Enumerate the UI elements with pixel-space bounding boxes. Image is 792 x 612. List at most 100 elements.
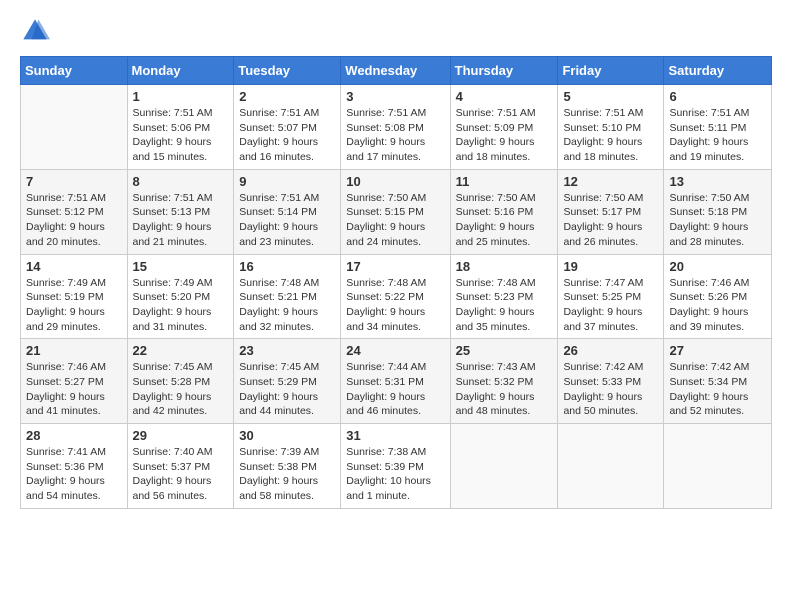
day-number: 13 xyxy=(669,174,766,189)
day-number: 12 xyxy=(563,174,658,189)
calendar-table: SundayMondayTuesdayWednesdayThursdayFrid… xyxy=(20,56,772,509)
calendar-cell: 18 Sunrise: 7:48 AMSunset: 5:23 PMDayligh… xyxy=(450,254,558,339)
calendar-cell: 9 Sunrise: 7:51 AMSunset: 5:14 PMDaylight… xyxy=(234,169,341,254)
day-of-week-header: Saturday xyxy=(664,57,772,85)
calendar-cell: 30 Sunrise: 7:39 AMSunset: 5:38 PMDayligh… xyxy=(234,424,341,509)
calendar-cell: 13 Sunrise: 7:50 AMSunset: 5:18 PMDayligh… xyxy=(664,169,772,254)
day-info: Sunrise: 7:51 AMSunset: 5:13 PMDaylight:… xyxy=(133,191,229,250)
day-number: 10 xyxy=(346,174,444,189)
day-number: 18 xyxy=(456,259,553,274)
calendar-cell xyxy=(664,424,772,509)
day-number: 2 xyxy=(239,89,335,104)
day-of-week-header: Monday xyxy=(127,57,234,85)
day-info: Sunrise: 7:50 AMSunset: 5:18 PMDaylight:… xyxy=(669,191,766,250)
day-info: Sunrise: 7:51 AMSunset: 5:07 PMDaylight:… xyxy=(239,106,335,165)
calendar-cell: 10 Sunrise: 7:50 AMSunset: 5:15 PMDayligh… xyxy=(341,169,450,254)
day-number: 23 xyxy=(239,343,335,358)
calendar-cell: 1 Sunrise: 7:51 AMSunset: 5:06 PMDaylight… xyxy=(127,85,234,170)
day-of-week-header: Friday xyxy=(558,57,664,85)
day-info: Sunrise: 7:46 AMSunset: 5:27 PMDaylight:… xyxy=(26,360,122,419)
day-info: Sunrise: 7:48 AMSunset: 5:23 PMDaylight:… xyxy=(456,276,553,335)
calendar-cell: 3 Sunrise: 7:51 AMSunset: 5:08 PMDaylight… xyxy=(341,85,450,170)
day-info: Sunrise: 7:48 AMSunset: 5:21 PMDaylight:… xyxy=(239,276,335,335)
day-info: Sunrise: 7:43 AMSunset: 5:32 PMDaylight:… xyxy=(456,360,553,419)
calendar-cell: 16 Sunrise: 7:48 AMSunset: 5:21 PMDayligh… xyxy=(234,254,341,339)
day-info: Sunrise: 7:42 AMSunset: 5:34 PMDaylight:… xyxy=(669,360,766,419)
day-number: 15 xyxy=(133,259,229,274)
day-number: 30 xyxy=(239,428,335,443)
day-info: Sunrise: 7:51 AMSunset: 5:09 PMDaylight:… xyxy=(456,106,553,165)
calendar-cell: 14Sunrise: 7:49 AMSunset: 5:19 PMDayligh… xyxy=(21,254,128,339)
calendar-cell: 25Sunrise: 7:43 AMSunset: 5:32 PMDayligh… xyxy=(450,339,558,424)
day-info: Sunrise: 7:49 AMSunset: 5:19 PMDaylight:… xyxy=(26,276,122,335)
day-info: Sunrise: 7:50 AMSunset: 5:17 PMDaylight:… xyxy=(563,191,658,250)
day-number: 6 xyxy=(669,89,766,104)
day-info: Sunrise: 7:50 AMSunset: 5:16 PMDaylight:… xyxy=(456,191,553,250)
calendar-cell: 17 Sunrise: 7:48 AMSunset: 5:22 PMDayligh… xyxy=(341,254,450,339)
day-number: 9 xyxy=(239,174,335,189)
day-number: 29 xyxy=(133,428,229,443)
calendar-cell: 6Sunrise: 7:51 AMSunset: 5:11 PMDaylight… xyxy=(664,85,772,170)
day-number: 1 xyxy=(133,89,229,104)
day-number: 4 xyxy=(456,89,553,104)
day-number: 3 xyxy=(346,89,444,104)
calendar-cell: 5 Sunrise: 7:51 AMSunset: 5:10 PMDaylight… xyxy=(558,85,664,170)
day-info: Sunrise: 7:51 AMSunset: 5:14 PMDaylight:… xyxy=(239,191,335,250)
day-number: 22 xyxy=(133,343,229,358)
page-header xyxy=(20,16,772,46)
calendar-cell: 27 Sunrise: 7:42 AMSunset: 5:34 PMDayligh… xyxy=(664,339,772,424)
day-info: Sunrise: 7:39 AMSunset: 5:38 PMDaylight:… xyxy=(239,445,335,504)
calendar-cell: 22 Sunrise: 7:45 AMSunset: 5:28 PMDayligh… xyxy=(127,339,234,424)
day-number: 20 xyxy=(669,259,766,274)
calendar-cell: 24 Sunrise: 7:44 AMSunset: 5:31 PMDayligh… xyxy=(341,339,450,424)
day-info: Sunrise: 7:51 AMSunset: 5:10 PMDaylight:… xyxy=(563,106,658,165)
day-info: Sunrise: 7:42 AMSunset: 5:33 PMDaylight:… xyxy=(563,360,658,419)
logo-icon xyxy=(20,16,50,46)
day-of-week-header: Thursday xyxy=(450,57,558,85)
day-number: 26 xyxy=(563,343,658,358)
day-number: 17 xyxy=(346,259,444,274)
day-number: 24 xyxy=(346,343,444,358)
calendar-cell: 23Sunrise: 7:45 AMSunset: 5:29 PMDayligh… xyxy=(234,339,341,424)
day-number: 31 xyxy=(346,428,444,443)
calendar-cell: 20 Sunrise: 7:46 AMSunset: 5:26 PMDayligh… xyxy=(664,254,772,339)
day-number: 27 xyxy=(669,343,766,358)
calendar-cell xyxy=(21,85,128,170)
calendar-cell: 11 Sunrise: 7:50 AMSunset: 5:16 PMDayligh… xyxy=(450,169,558,254)
calendar-header-row: SundayMondayTuesdayWednesdayThursdayFrid… xyxy=(21,57,772,85)
day-info: Sunrise: 7:51 AMSunset: 5:06 PMDaylight:… xyxy=(133,106,229,165)
day-info: Sunrise: 7:44 AMSunset: 5:31 PMDaylight:… xyxy=(346,360,444,419)
day-info: Sunrise: 7:50 AMSunset: 5:15 PMDaylight:… xyxy=(346,191,444,250)
calendar-cell: 31Sunrise: 7:38 AMSunset: 5:39 PMDayligh… xyxy=(341,424,450,509)
day-number: 16 xyxy=(239,259,335,274)
calendar-cell xyxy=(558,424,664,509)
day-info: Sunrise: 7:41 AMSunset: 5:36 PMDaylight:… xyxy=(26,445,122,504)
calendar-cell: 12 Sunrise: 7:50 AMSunset: 5:17 PMDayligh… xyxy=(558,169,664,254)
day-info: Sunrise: 7:45 AMSunset: 5:28 PMDaylight:… xyxy=(133,360,229,419)
day-info: Sunrise: 7:51 AMSunset: 5:12 PMDaylight:… xyxy=(26,191,122,250)
day-of-week-header: Sunday xyxy=(21,57,128,85)
calendar-cell: 7 Sunrise: 7:51 AMSunset: 5:12 PMDaylight… xyxy=(21,169,128,254)
day-info: Sunrise: 7:51 AMSunset: 5:08 PMDaylight:… xyxy=(346,106,444,165)
calendar-cell: 8 Sunrise: 7:51 AMSunset: 5:13 PMDaylight… xyxy=(127,169,234,254)
logo xyxy=(20,16,54,46)
day-info: Sunrise: 7:49 AMSunset: 5:20 PMDaylight:… xyxy=(133,276,229,335)
calendar-cell: 2 Sunrise: 7:51 AMSunset: 5:07 PMDaylight… xyxy=(234,85,341,170)
day-number: 5 xyxy=(563,89,658,104)
calendar-cell: 21 Sunrise: 7:46 AMSunset: 5:27 PMDayligh… xyxy=(21,339,128,424)
calendar-cell: 29 Sunrise: 7:40 AMSunset: 5:37 PMDayligh… xyxy=(127,424,234,509)
day-number: 11 xyxy=(456,174,553,189)
calendar-cell: 28 Sunrise: 7:41 AMSunset: 5:36 PMDayligh… xyxy=(21,424,128,509)
day-number: 28 xyxy=(26,428,122,443)
day-number: 8 xyxy=(133,174,229,189)
calendar-cell xyxy=(450,424,558,509)
day-info: Sunrise: 7:47 AMSunset: 5:25 PMDaylight:… xyxy=(563,276,658,335)
day-number: 7 xyxy=(26,174,122,189)
day-info: Sunrise: 7:40 AMSunset: 5:37 PMDaylight:… xyxy=(133,445,229,504)
day-of-week-header: Wednesday xyxy=(341,57,450,85)
day-of-week-header: Tuesday xyxy=(234,57,341,85)
day-info: Sunrise: 7:48 AMSunset: 5:22 PMDaylight:… xyxy=(346,276,444,335)
calendar-cell: 26 Sunrise: 7:42 AMSunset: 5:33 PMDayligh… xyxy=(558,339,664,424)
day-info: Sunrise: 7:46 AMSunset: 5:26 PMDaylight:… xyxy=(669,276,766,335)
day-number: 21 xyxy=(26,343,122,358)
